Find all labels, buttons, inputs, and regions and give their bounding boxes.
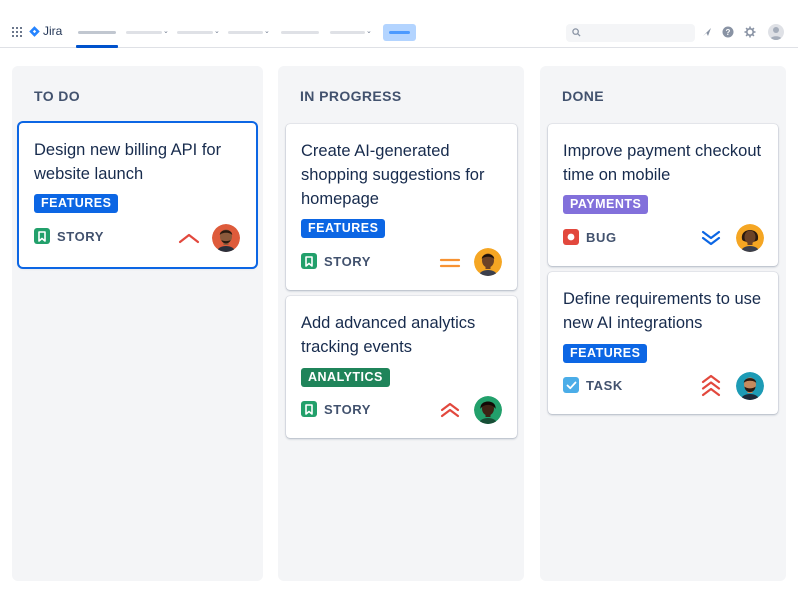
priority-high-icon xyxy=(178,233,200,244)
profile-avatar[interactable] xyxy=(768,24,784,40)
issue-type: STORY xyxy=(34,228,104,244)
nav-active-indicator xyxy=(76,45,118,48)
avatar-person-icon xyxy=(736,372,764,400)
card-title: Define requirements to use new AI integr… xyxy=(563,290,762,332)
jira-logo-icon xyxy=(29,25,40,37)
priority-highest-icon xyxy=(701,374,721,397)
assignee-avatar[interactable] xyxy=(212,224,240,252)
assignee-avatar[interactable] xyxy=(736,372,764,400)
app-switcher-icon[interactable] xyxy=(12,27,22,37)
issue-type-label: STORY xyxy=(324,401,372,417)
column-title: DONE xyxy=(562,88,605,104)
nav-item-dashboards[interactable] xyxy=(228,31,263,34)
card-title: Improve payment checkout time on mobile xyxy=(563,142,762,184)
user-icon xyxy=(770,27,782,40)
issue-type: STORY xyxy=(301,253,371,269)
search-icon xyxy=(572,28,581,37)
issue-card[interactable]: Define requirements to use new AI integr… xyxy=(548,272,778,414)
nav-item-people[interactable] xyxy=(281,31,319,34)
label-badge: FEATURES xyxy=(563,344,648,363)
label-badge: PAYMENTS xyxy=(563,195,649,214)
issue-card[interactable]: Add advanced analytics tracking events A… xyxy=(286,296,517,438)
jira-logo[interactable]: Jira xyxy=(29,24,62,38)
avatar-person-icon xyxy=(212,224,240,252)
help-icon[interactable]: ? xyxy=(722,26,734,38)
label-badge: FEATURES xyxy=(34,194,119,213)
card-title: Create AI-generated shopping suggestions… xyxy=(301,142,485,208)
issue-card[interactable]: Design new billing API for website launc… xyxy=(19,123,256,267)
issue-type-label: TASK xyxy=(586,377,623,393)
nav-item-your-work[interactable] xyxy=(78,31,116,34)
notifications-icon[interactable] xyxy=(701,26,713,38)
issue-type-label: STORY xyxy=(57,228,105,244)
settings-gear-icon[interactable] xyxy=(744,26,756,38)
issue-type-label: STORY xyxy=(324,253,372,269)
label-badge: FEATURES xyxy=(301,219,386,238)
story-icon xyxy=(34,228,50,244)
issue-type-label: BUG xyxy=(586,229,617,245)
story-icon xyxy=(301,253,317,269)
label-badge: ANALYTICS xyxy=(301,368,390,387)
issue-type: TASK xyxy=(563,377,623,393)
chevron-down-icon: ⌄ xyxy=(264,28,270,35)
avatar-person-icon xyxy=(474,396,502,424)
assignee-avatar[interactable] xyxy=(474,248,502,276)
create-button[interactable] xyxy=(383,24,416,41)
priority-high-icon xyxy=(440,402,460,418)
assignee-avatar[interactable] xyxy=(474,396,502,424)
nav-item-projects[interactable] xyxy=(126,31,162,34)
chevron-down-icon: ⌄ xyxy=(214,28,220,35)
column-title: TO DO xyxy=(34,88,81,104)
app-name: Jira xyxy=(43,24,63,38)
column-title: IN PROGRESS xyxy=(300,88,402,104)
issue-type: STORY xyxy=(301,401,371,417)
issue-type: BUG xyxy=(563,229,617,245)
avatar-person-icon xyxy=(736,224,764,252)
story-icon xyxy=(301,401,317,417)
nav-item-filters[interactable] xyxy=(177,31,213,34)
nav-item-apps[interactable] xyxy=(330,31,365,34)
card-title: Add advanced analytics tracking events xyxy=(301,314,476,356)
card-title: Design new billing API for website launc… xyxy=(34,141,222,183)
top-navigation: Jira ⌄ ⌄ ⌄ ⌄ ? xyxy=(0,0,798,48)
svg-text:?: ? xyxy=(726,28,731,37)
issue-card[interactable]: Create AI-generated shopping suggestions… xyxy=(286,124,517,290)
priority-medium-icon xyxy=(439,258,461,268)
bug-icon xyxy=(563,229,579,245)
assignee-avatar[interactable] xyxy=(736,224,764,252)
task-icon xyxy=(563,377,579,393)
issue-card[interactable]: Improve payment checkout time on mobile … xyxy=(548,124,778,266)
search-input[interactable] xyxy=(566,24,695,42)
chevron-down-icon: ⌄ xyxy=(366,28,372,35)
chevron-down-icon: ⌄ xyxy=(163,28,169,35)
avatar-person-icon xyxy=(474,248,502,276)
priority-lowest-icon xyxy=(701,230,721,246)
